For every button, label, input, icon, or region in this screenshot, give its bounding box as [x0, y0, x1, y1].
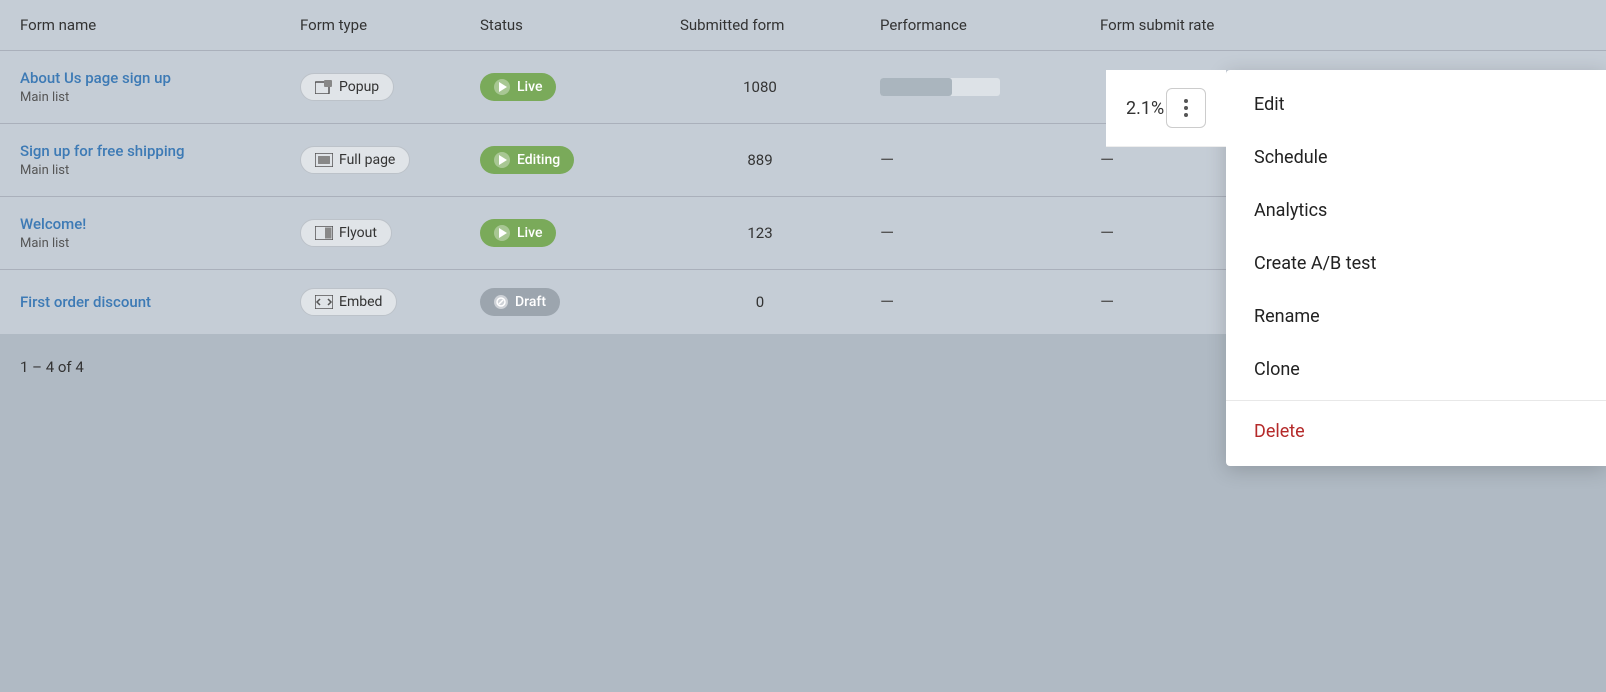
flyout-icon [315, 226, 333, 240]
submit-rate-dash: — [1100, 292, 1114, 313]
menu-item-schedule[interactable]: Schedule [1226, 131, 1606, 184]
table-header-row: Form name Form type Status Submitted for… [0, 0, 1606, 51]
form-type-cell: Full page [280, 124, 460, 197]
submitted-cell: 889 [660, 124, 860, 197]
dot-2 [1184, 106, 1188, 110]
type-badge: Flyout [300, 219, 392, 247]
submitted-cell: 123 [660, 197, 860, 270]
submit-rate-dash: — [1100, 150, 1114, 171]
status-badge: Editing [480, 146, 574, 174]
performance-bar [880, 78, 952, 96]
status-badge: Live [480, 73, 556, 101]
form-name-link[interactable]: Sign up for free shipping [20, 142, 260, 160]
popup-icon [315, 80, 333, 94]
form-name-link[interactable]: Welcome! [20, 215, 260, 233]
play-triangle [499, 82, 507, 92]
status-cell: Live [460, 197, 660, 270]
form-name-cell: Welcome! Main list [0, 197, 280, 270]
header-submit-rate: Form submit rate [1080, 0, 1606, 51]
header-form-name: Form name [0, 0, 280, 51]
status-play-icon [494, 79, 510, 95]
context-menu: EditScheduleAnalyticsCreate A/B testRena… [1226, 70, 1606, 466]
menu-item-analytics[interactable]: Analytics [1226, 184, 1606, 237]
submitted-value: 1080 [743, 78, 777, 96]
form-name-cell: About Us page sign up Main list [0, 51, 280, 124]
header-status: Status [460, 0, 660, 51]
menu-item-create-ab-test[interactable]: Create A/B test [1226, 237, 1606, 290]
form-subtext: Main list [20, 90, 69, 105]
submitted-value: 889 [747, 151, 772, 169]
performance-cell: — [860, 270, 1080, 335]
form-subtext: Main list [20, 163, 69, 178]
menu-item-rename[interactable]: Rename [1226, 290, 1606, 343]
performance-cell: — [860, 197, 1080, 270]
play-triangle [499, 155, 507, 165]
header-submitted: Submitted form [660, 0, 860, 51]
three-dots-area: 2.1% [1106, 70, 1226, 147]
fullpage-icon [315, 153, 333, 167]
form-name-link[interactable]: About Us page sign up [20, 69, 260, 87]
performance-dash: — [880, 292, 894, 313]
performance-cell [860, 51, 1080, 124]
type-badge: Full page [300, 146, 410, 174]
performance-bar-area [880, 78, 1000, 96]
status-cell: Editing [460, 124, 660, 197]
menu-item-delete[interactable]: Delete [1226, 405, 1606, 458]
dot-1 [1184, 99, 1188, 103]
status-badge: Draft [480, 288, 560, 316]
three-dots-button[interactable] [1166, 88, 1206, 128]
performance-dash: — [880, 150, 894, 171]
form-type-cell: Embed [280, 270, 460, 335]
submit-rate-value: 2.1% [1126, 98, 1164, 119]
form-type-cell: Flyout [280, 197, 460, 270]
dot-3 [1184, 113, 1188, 117]
form-name-cell: First order discount [0, 270, 280, 335]
dropdown-menu: EditScheduleAnalyticsCreate A/B testRena… [1226, 70, 1606, 466]
menu-item-clone[interactable]: Clone [1226, 343, 1606, 396]
submitted-value: 0 [756, 293, 764, 311]
submitted-value: 123 [747, 224, 772, 242]
menu-item-edit[interactable]: Edit [1226, 78, 1606, 131]
status-play-icon [494, 225, 510, 241]
embed-icon [315, 295, 333, 309]
status-cell: Draft [460, 270, 660, 335]
status-play-icon [494, 152, 510, 168]
form-subtext: Main list [20, 236, 69, 251]
status-cell: Live [460, 51, 660, 124]
header-form-type: Form type [280, 0, 460, 51]
header-performance: Performance [860, 0, 1080, 51]
submitted-cell: 0 [660, 270, 860, 335]
submit-rate-dash: — [1100, 223, 1114, 244]
type-badge: Popup [300, 73, 394, 101]
submitted-cell: 1080 [660, 51, 860, 124]
status-badge: Live [480, 219, 556, 247]
table-container: Form name Form type Status Submitted for… [0, 0, 1606, 692]
type-badge: Embed [300, 288, 397, 316]
dropdown-divider [1226, 400, 1606, 401]
play-triangle [499, 228, 507, 238]
performance-dash: — [880, 223, 894, 244]
performance-cell: — [860, 124, 1080, 197]
draft-icon [494, 295, 508, 309]
form-name-link[interactable]: First order discount [20, 293, 260, 311]
form-name-cell: Sign up for free shipping Main list [0, 124, 280, 197]
form-type-cell: Popup [280, 51, 460, 124]
